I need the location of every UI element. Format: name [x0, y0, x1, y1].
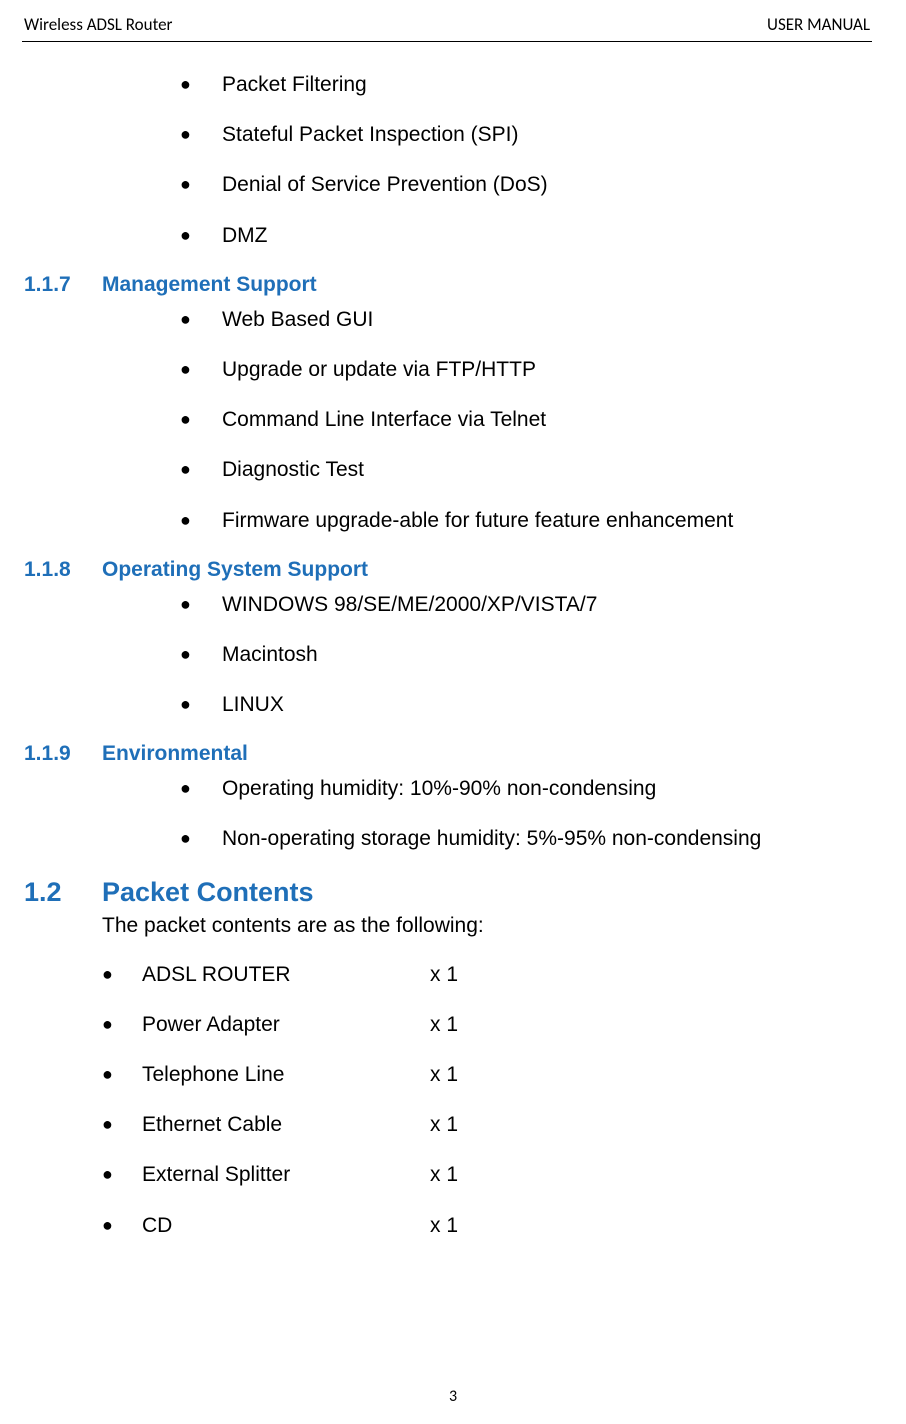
page-number: 3 [0, 1387, 906, 1406]
list-item: CD x 1 [102, 1213, 872, 1238]
header-right: USER MANUAL [767, 14, 870, 35]
list-item: Non-operating storage humidity: 5%-95% n… [180, 826, 872, 851]
list-item: Power Adapter x 1 [102, 1012, 872, 1037]
item-qty: x 1 [430, 1162, 458, 1187]
list-item: Command Line Interface via Telnet [180, 407, 872, 432]
item-qty: x 1 [430, 1213, 458, 1238]
heading-title: Management Support [102, 273, 317, 297]
heading-118: 1.1.8 Operating System Support [22, 558, 872, 582]
list-item: ADSL ROUTER x 1 [102, 962, 872, 987]
list-item: Macintosh [180, 642, 872, 667]
heading-number: 1.1.7 [22, 273, 102, 297]
list-item: Telephone Line x 1 [102, 1062, 872, 1087]
item-qty: x 1 [430, 1012, 458, 1037]
section-12-list: ADSL ROUTER x 1 Power Adapter x 1 Teleph… [22, 962, 872, 1238]
list-item: WINDOWS 98/SE/ME/2000/XP/VISTA/7 [180, 592, 872, 617]
heading-117: 1.1.7 Management Support [22, 273, 872, 297]
heading-number: 1.1.8 [22, 558, 102, 582]
heading-12: 1.2 Packet Contents [22, 877, 872, 908]
list-item: Operating humidity: 10%-90% non-condensi… [180, 776, 872, 801]
item-name: Telephone Line [142, 1062, 430, 1087]
list-item: Web Based GUI [180, 307, 872, 332]
list-item: LINUX [180, 692, 872, 717]
item-name: External Splitter [142, 1162, 430, 1187]
section-12-intro: The packet contents are as the following… [22, 914, 872, 938]
section-118-list: WINDOWS 98/SE/ME/2000/XP/VISTA/7 Macinto… [22, 592, 872, 718]
list-item: Diagnostic Test [180, 457, 872, 482]
list-item: Firmware upgrade-able for future feature… [180, 508, 872, 533]
item-qty: x 1 [430, 1062, 458, 1087]
item-name: ADSL ROUTER [142, 962, 430, 987]
heading-title: Packet Contents [102, 877, 314, 908]
section-116-list: Packet Filtering Stateful Packet Inspect… [22, 72, 872, 248]
item-name: Power Adapter [142, 1012, 430, 1037]
heading-number: 1.2 [22, 877, 102, 908]
heading-119: 1.1.9 Environmental [22, 742, 872, 766]
heading-title: Operating System Support [102, 558, 368, 582]
list-item: Ethernet Cable x 1 [102, 1112, 872, 1137]
list-item: Packet Filtering [180, 72, 872, 97]
item-name: Ethernet Cable [142, 1112, 430, 1137]
list-item: Upgrade or update via FTP/HTTP [180, 357, 872, 382]
list-item: DMZ [180, 223, 872, 248]
section-117-list: Web Based GUI Upgrade or update via FTP/… [22, 307, 872, 533]
page-header: Wireless ADSL Router USER MANUAL [22, 14, 872, 42]
item-name: CD [142, 1213, 430, 1238]
header-left: Wireless ADSL Router [24, 14, 172, 35]
heading-title: Environmental [102, 742, 248, 766]
item-qty: x 1 [430, 1112, 458, 1137]
list-item: Stateful Packet Inspection (SPI) [180, 122, 872, 147]
item-qty: x 1 [430, 962, 458, 987]
list-item: External Splitter x 1 [102, 1162, 872, 1187]
section-119-list: Operating humidity: 10%-90% non-condensi… [22, 776, 872, 851]
heading-number: 1.1.9 [22, 742, 102, 766]
list-item: Denial of Service Prevention (DoS) [180, 172, 872, 197]
